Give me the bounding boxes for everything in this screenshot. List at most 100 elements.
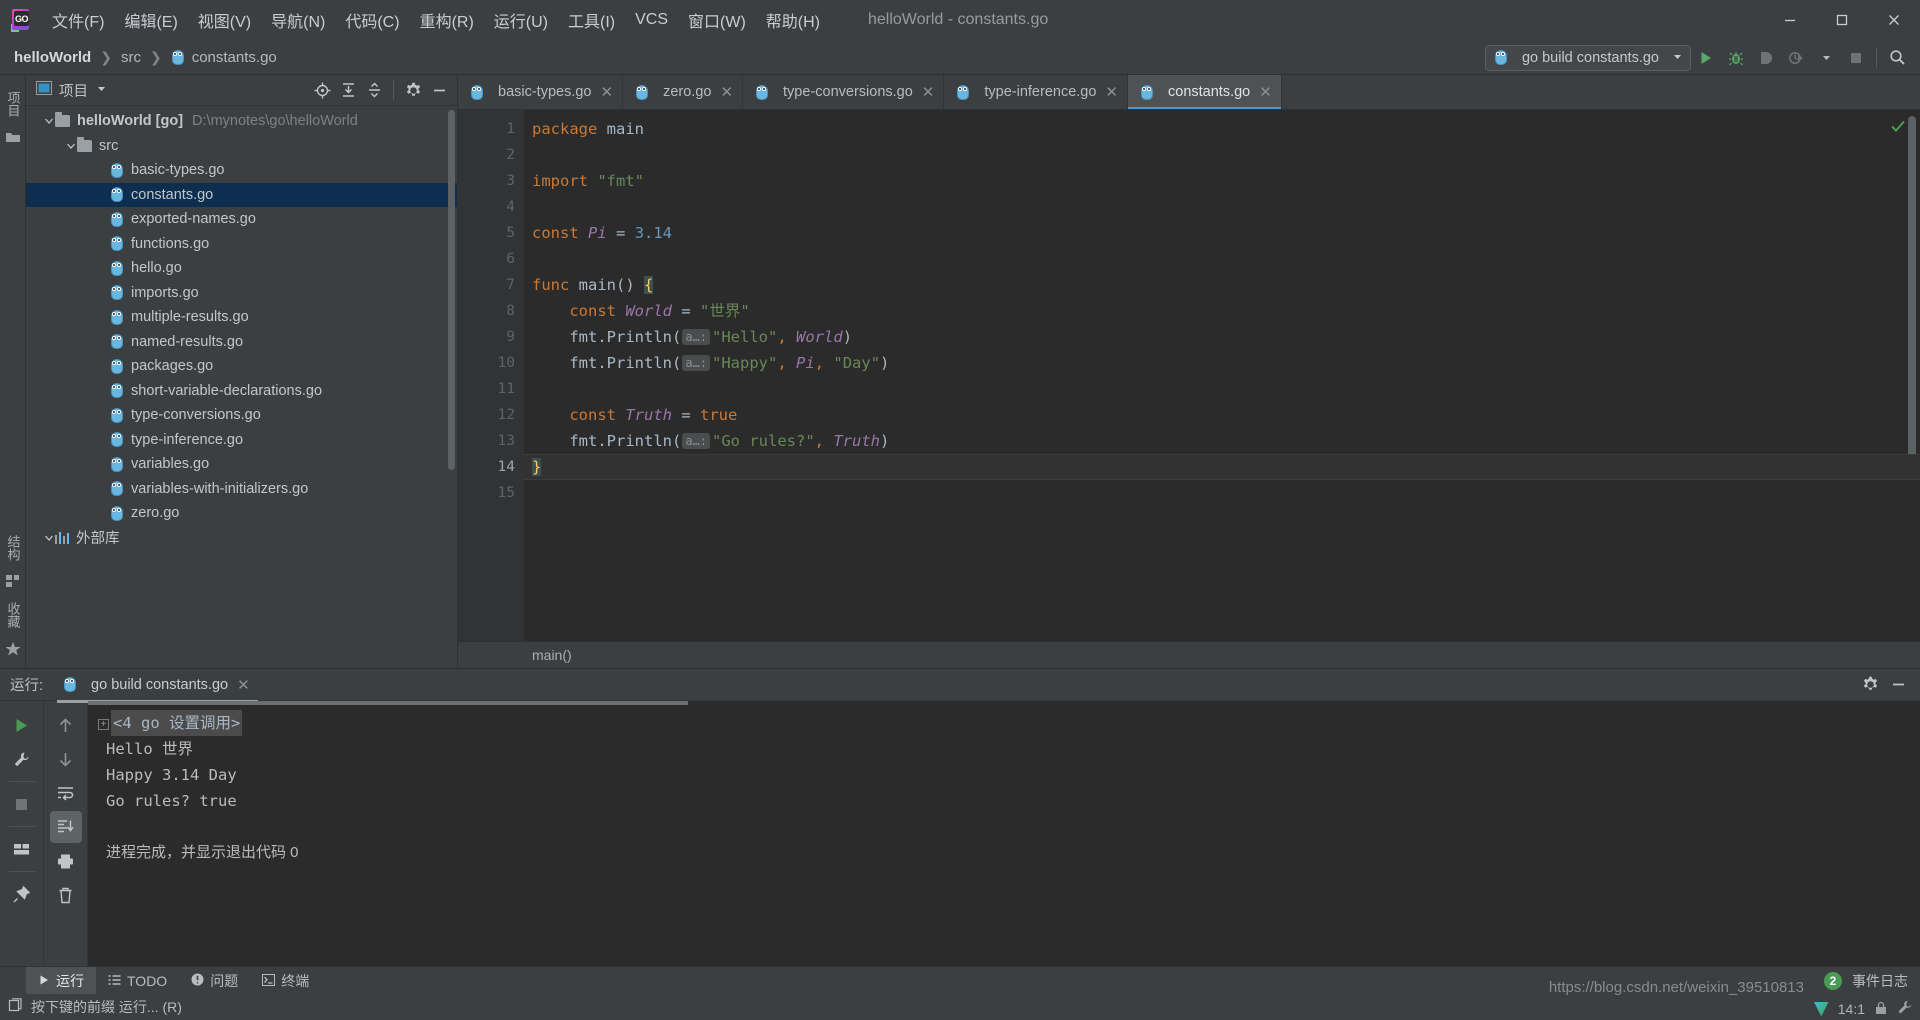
profile-dropdown-icon[interactable] bbox=[1811, 43, 1841, 73]
close-icon[interactable]: ✕ bbox=[1259, 83, 1272, 101]
menu-run[interactable]: 运行(U) bbox=[484, 4, 558, 36]
rail-item-favorites[interactable]: 收藏 bbox=[0, 594, 26, 636]
tree-row-file[interactable]: functions.go bbox=[26, 232, 457, 257]
vcs-icon[interactable] bbox=[1813, 1001, 1829, 1017]
run-configuration-selector[interactable]: go build constants.go bbox=[1484, 44, 1691, 71]
console-scrollbar[interactable] bbox=[88, 701, 688, 705]
menu-help[interactable]: 帮助(H) bbox=[756, 4, 830, 36]
tab-type-conversions[interactable]: type-conversions.go ✕ bbox=[743, 75, 945, 109]
tab-constants[interactable]: constants.go ✕ bbox=[1128, 75, 1282, 109]
wrench-icon[interactable] bbox=[1897, 1000, 1912, 1018]
editor-breadcrumb[interactable]: main() bbox=[458, 641, 1920, 668]
menu-window[interactable]: 窗口(W) bbox=[678, 4, 756, 36]
run-coverage-button[interactable] bbox=[1751, 43, 1781, 73]
close-icon[interactable]: ✕ bbox=[1105, 83, 1118, 101]
lock-icon[interactable] bbox=[1874, 1001, 1888, 1018]
profile-button[interactable] bbox=[1781, 43, 1811, 73]
search-everywhere-button[interactable] bbox=[1882, 43, 1912, 73]
menu-view[interactable]: 视图(V) bbox=[188, 4, 261, 36]
tree-row-file[interactable]: type-inference.go bbox=[26, 428, 457, 453]
rail-icon-project-folder[interactable] bbox=[0, 125, 26, 149]
tree-row-file[interactable]: exported-names.go bbox=[26, 207, 457, 232]
tab-basic-types[interactable]: basic-types.go ✕ bbox=[458, 75, 624, 109]
caret-position[interactable]: 14:1 bbox=[1838, 1001, 1865, 1017]
tree-row-file[interactable]: zero.go bbox=[26, 501, 457, 526]
bottom-tab-problems[interactable]: 问题 bbox=[179, 967, 250, 995]
soft-wrap-button[interactable] bbox=[50, 777, 82, 809]
tab-type-inference[interactable]: type-inference.go ✕ bbox=[944, 75, 1128, 109]
stop-button[interactable] bbox=[6, 788, 38, 820]
tree-row-file[interactable]: packages.go bbox=[26, 354, 457, 379]
tree-row-file[interactable]: variables-with-initializers.go bbox=[26, 477, 457, 502]
tree-row-file[interactable]: imports.go bbox=[26, 281, 457, 306]
tree-row-helloworld[interactable]: helloWorld [go] D:\mynotes\go\helloWorld bbox=[26, 109, 457, 134]
menu-code[interactable]: 代码(C) bbox=[335, 4, 409, 36]
tree-row-external-libraries[interactable]: 外部库 bbox=[26, 526, 457, 551]
tab-zero[interactable]: zero.go ✕ bbox=[623, 75, 744, 109]
event-log-label[interactable]: 事件日志 bbox=[1852, 971, 1908, 991]
breadcrumb-project[interactable]: helloWorld bbox=[14, 49, 91, 66]
collapse-all-icon[interactable] bbox=[362, 78, 386, 102]
close-icon[interactable]: ✕ bbox=[720, 83, 733, 101]
close-icon[interactable]: ✕ bbox=[601, 83, 614, 101]
project-tree[interactable]: helloWorld [go] D:\mynotes\go\helloWorld… bbox=[26, 106, 457, 668]
breadcrumb-src[interactable]: src bbox=[121, 49, 141, 66]
tree-row-file[interactable]: hello.go bbox=[26, 256, 457, 281]
edit-configuration-button[interactable] bbox=[6, 743, 38, 775]
print-button[interactable] bbox=[50, 845, 82, 877]
tree-row-file[interactable]: type-conversions.go bbox=[26, 403, 457, 428]
run-button[interactable] bbox=[1691, 43, 1721, 73]
hide-panel-icon[interactable] bbox=[427, 78, 451, 102]
tree-row-file[interactable]: named-results.go bbox=[26, 330, 457, 355]
layout-button[interactable] bbox=[6, 833, 38, 865]
menu-navigate[interactable]: 导航(N) bbox=[261, 4, 335, 36]
breadcrumb-file[interactable]: constants.go bbox=[192, 49, 277, 66]
fold-expand-icon[interactable]: + bbox=[98, 719, 109, 730]
debug-button[interactable] bbox=[1721, 43, 1751, 73]
rail-item-structure[interactable]: 结构 bbox=[0, 527, 26, 569]
down-stacktrace-button[interactable] bbox=[50, 743, 82, 775]
line-number-gutter[interactable]: 1 2 3 4 5 6 7 8 9 10 11 12 13 14 15 bbox=[458, 110, 542, 641]
expand-all-icon[interactable] bbox=[336, 78, 360, 102]
minimize-button[interactable] bbox=[1764, 0, 1816, 40]
close-button[interactable] bbox=[1868, 0, 1920, 40]
tree-row-file[interactable]: variables.go bbox=[26, 452, 457, 477]
scroll-to-end-button[interactable] bbox=[49, 811, 82, 843]
tree-row-src[interactable]: src bbox=[26, 134, 457, 159]
tree-row-file[interactable]: multiple-results.go bbox=[26, 305, 457, 330]
tree-row-file[interactable]: basic-types.go bbox=[26, 158, 457, 183]
menu-tools[interactable]: 工具(I) bbox=[558, 4, 625, 36]
memory-indicator-icon[interactable] bbox=[8, 998, 23, 1016]
menu-vcs[interactable]: VCS bbox=[625, 7, 678, 33]
stop-button[interactable] bbox=[1841, 43, 1871, 73]
pin-tab-button[interactable] bbox=[6, 878, 38, 910]
project-panel-dropdown-icon[interactable] bbox=[96, 81, 107, 99]
hide-panel-icon[interactable] bbox=[1886, 673, 1910, 697]
code-editor[interactable]: package main import "fmt" const Pi = 3.1… bbox=[524, 110, 1920, 641]
tree-row-file-selected[interactable]: constants.go bbox=[26, 182, 457, 207]
close-icon[interactable]: ✕ bbox=[922, 83, 935, 101]
maximize-button[interactable] bbox=[1816, 0, 1868, 40]
tree-scrollbar[interactable] bbox=[448, 110, 455, 470]
clear-all-button[interactable] bbox=[50, 879, 82, 911]
gear-icon[interactable] bbox=[1858, 673, 1882, 697]
rerun-button[interactable] bbox=[6, 709, 38, 741]
run-session-tab[interactable]: go build constants.go ✕ bbox=[57, 673, 258, 703]
up-stacktrace-button[interactable] bbox=[50, 709, 82, 741]
chevron-down-icon[interactable] bbox=[42, 115, 55, 128]
rail-item-project[interactable]: 项目 bbox=[0, 83, 26, 125]
bottom-tab-terminal[interactable]: 终端 bbox=[250, 967, 321, 995]
select-opened-file-icon[interactable] bbox=[310, 78, 334, 102]
run-console-output[interactable]: + <4 go 设置调用> Hello 世界 Happy 3.14 Day Go … bbox=[88, 701, 1920, 966]
menu-edit[interactable]: 编辑(E) bbox=[114, 4, 187, 36]
tree-row-file[interactable]: short-variable-declarations.go bbox=[26, 379, 457, 404]
menu-file[interactable]: 文件(F) bbox=[42, 4, 114, 36]
bottom-tab-run[interactable]: 运行 bbox=[26, 966, 96, 995]
chevron-down-icon[interactable] bbox=[64, 139, 77, 152]
gear-icon[interactable] bbox=[401, 78, 425, 102]
close-icon[interactable]: ✕ bbox=[237, 676, 250, 694]
menu-refactor[interactable]: 重构(R) bbox=[410, 4, 484, 36]
bottom-tab-todo[interactable]: TODO bbox=[96, 967, 179, 995]
rail-icon-structure[interactable] bbox=[0, 569, 26, 594]
rail-icon-star[interactable] bbox=[0, 636, 26, 662]
